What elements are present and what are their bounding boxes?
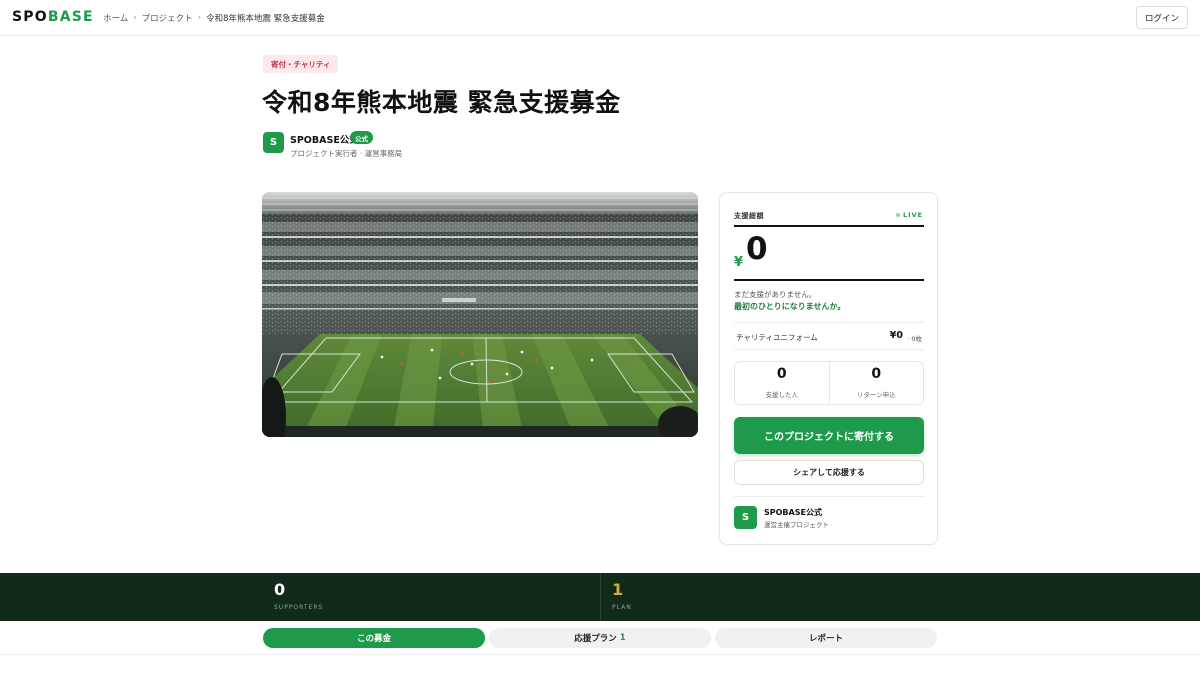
live-dot-icon: [895, 213, 900, 217]
divider: [734, 322, 924, 323]
divider: [600, 573, 601, 621]
hero-image: [262, 192, 698, 437]
share-button[interactable]: シェアして応援する: [734, 460, 924, 485]
returns-stat: 0 リターン申込: [828, 362, 924, 404]
tab-plans[interactable]: 応援プラン 1: [489, 628, 711, 648]
tab-report[interactable]: レポート: [715, 628, 937, 648]
chevron-right-icon: ›: [197, 13, 202, 23]
breadcrumb: ホーム › プロジェクト › 令和8年熊本地震 緊急支援募金: [103, 12, 325, 24]
donate-button[interactable]: このプロジェクトに寄付する: [734, 417, 924, 454]
breadcrumb-projects[interactable]: プロジェクト: [142, 12, 193, 24]
reward-count: · 0枚: [907, 335, 922, 343]
category-badge: 寄付・チャリティ: [263, 55, 339, 73]
official-badge: 公式: [350, 131, 373, 144]
card-org-subtitle: 運営主催プロジェクト: [764, 521, 829, 529]
supporters-stat: 0 支援した人: [735, 362, 829, 404]
no-support-text: まだ支援がありません。: [734, 290, 817, 299]
plans-count: 1: [619, 633, 626, 643]
currency-symbol: ¥: [734, 255, 744, 270]
tab-about[interactable]: この募金: [263, 628, 485, 648]
funding-card: 支援総額 LIVE ¥ 0 まだ支援がありません。 最初のひとりになりませんか。…: [719, 192, 938, 545]
spobase-logo[interactable]: SPOBASE: [12, 9, 94, 25]
supporters-number: 0: [274, 580, 286, 599]
card-org-avatar[interactable]: S: [734, 506, 757, 529]
divider: [734, 349, 924, 350]
stats-bar: 0 SUPPORTERS 1 PLAN: [0, 573, 1200, 621]
divider: [734, 225, 924, 227]
org-role: プロジェクト実行者 · 運営事務局: [290, 149, 403, 158]
funding-amount: 0: [746, 231, 768, 267]
support-stats: 0 支援した人 0 リターン申込: [734, 361, 924, 405]
plan-number: 1: [612, 580, 624, 599]
supporters-count: 0: [776, 366, 787, 382]
reward-amount: ¥0: [889, 330, 903, 341]
live-indicator: LIVE: [895, 211, 923, 219]
first-supporter-cta: 最初のひとりになりませんか。: [734, 302, 846, 311]
org-avatar[interactable]: S: [263, 132, 284, 153]
org-name[interactable]: SPOBASE公式: [290, 132, 359, 146]
divider: [734, 279, 924, 281]
card-org-name[interactable]: SPOBASE公式: [764, 507, 822, 518]
reward-name: チャリティユニフォーム: [736, 333, 818, 342]
divider: [734, 496, 924, 497]
plan-caption: PLAN: [612, 604, 632, 611]
supporters-caption: SUPPORTERS: [274, 604, 324, 611]
tabs-bar: この募金 応援プラン 1 レポート: [0, 621, 1200, 655]
chevron-right-icon: ›: [133, 13, 137, 23]
login-button[interactable]: ログイン: [1136, 6, 1188, 29]
page-title: 令和8年熊本地震 緊急支援募金: [262, 88, 621, 117]
funding-label: 支援総額: [734, 212, 764, 220]
breadcrumb-current: 令和8年熊本地震 緊急支援募金: [206, 14, 325, 24]
top-header: SPOBASE ホーム › プロジェクト › 令和8年熊本地震 緊急支援募金 ロ…: [0, 0, 1200, 36]
returns-count: 0: [871, 366, 882, 382]
returns-label: リターン申込: [856, 391, 896, 399]
supporters-label: 支援した人: [765, 391, 799, 399]
breadcrumb-home[interactable]: ホーム: [103, 12, 128, 24]
